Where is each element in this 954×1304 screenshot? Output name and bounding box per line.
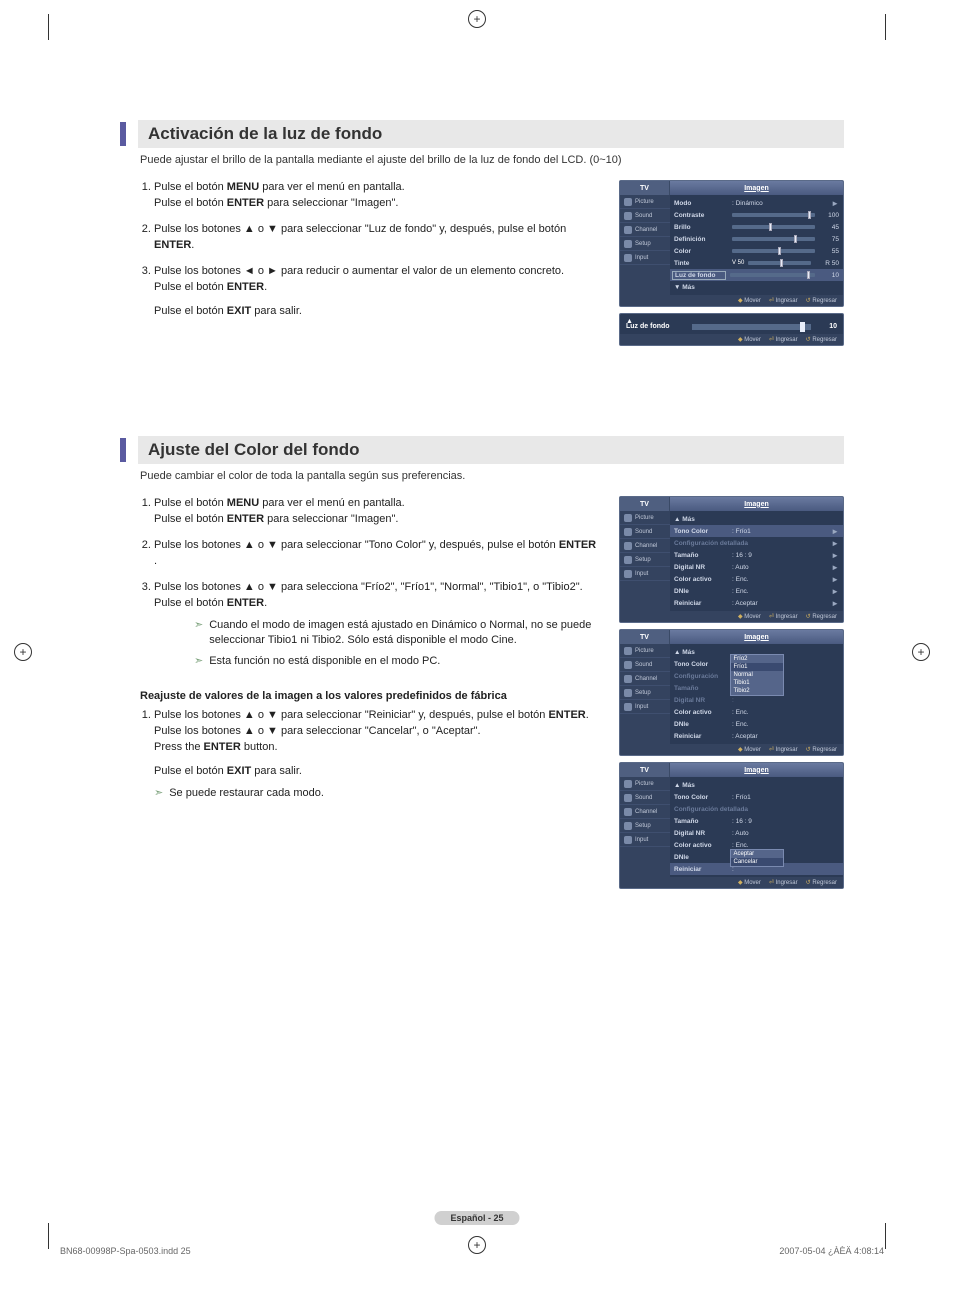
heading-colortone: Ajuste del Color del fondo bbox=[138, 436, 844, 464]
registration-mark-icon: + bbox=[912, 643, 930, 661]
factory-step-1: Pulse los botones ▲ o ▼ para seleccionar… bbox=[154, 708, 601, 801]
sound-icon bbox=[624, 212, 632, 220]
note-1: ➣Cuando el modo de imagen está ajustado … bbox=[194, 618, 601, 649]
heading-accent bbox=[120, 122, 126, 146]
print-filename: BN68-00998P-Spa-0503.indd 25 bbox=[60, 1246, 191, 1256]
step-2: Pulse los botones ▲ o ▼ para seleccionar… bbox=[154, 222, 601, 254]
steps-list-2: Pulse el botón MENU para ver el menú en … bbox=[120, 496, 601, 670]
intro-text-2: Puede cambiar el color de toda la pantal… bbox=[140, 470, 844, 482]
sidebar-item-channel: Channel bbox=[620, 223, 670, 237]
registration-mark-icon: + bbox=[14, 643, 32, 661]
osd-imagen-main: TV Imagen Picture Sound Channel Setup In… bbox=[619, 180, 844, 307]
reset-dropdown: Aceptar Cancelar bbox=[730, 849, 784, 867]
step-1b: Pulse el botón MENU para ver el menú en … bbox=[154, 496, 601, 528]
setup-icon bbox=[624, 240, 632, 248]
foot-move: Mover bbox=[738, 297, 761, 304]
foot-enter: Ingresar bbox=[769, 297, 798, 304]
note-arrow-icon: ➣ bbox=[194, 618, 203, 649]
print-metadata: BN68-00998P-Spa-0503.indd 25 2007-05-04 … bbox=[60, 1246, 884, 1256]
heading-accent bbox=[120, 438, 126, 462]
page-number-pill: Español - 25 bbox=[434, 1211, 519, 1225]
sidebar-item-setup: Setup bbox=[620, 237, 670, 251]
osd-sidebar: Picture Sound Channel Setup Input bbox=[620, 195, 670, 295]
print-timestamp: 2007-05-04 ¿ÀÈÄ 4:08:14 bbox=[779, 1246, 884, 1256]
heading-backlight: Activación de la luz de fondo bbox=[138, 120, 844, 148]
page-footer: Español - 25 bbox=[434, 1212, 519, 1224]
foot-return: Regresar bbox=[806, 297, 837, 304]
factory-reset-title: Reajuste de valores de la imagen a los v… bbox=[140, 690, 601, 702]
note-2: ➣Esta función no está disponible en el m… bbox=[194, 654, 601, 669]
osd-panel-2b: TVImagen Picture Sound Channel Setup Inp… bbox=[619, 629, 844, 756]
registration-mark-icon bbox=[468, 10, 486, 28]
note-3: ➣Se puede restaurar cada modo. bbox=[154, 786, 601, 801]
picture-icon bbox=[624, 198, 632, 206]
note-arrow-icon: ➣ bbox=[194, 654, 203, 669]
tono-color-dropdown: Frío2 Frío1 Normal Tibio1 Tibio2 bbox=[730, 654, 784, 696]
sidebar-item-picture: Picture bbox=[620, 195, 670, 209]
osd-backlight-bar: ▲ Luz de fondo 10 Mover Ingresar Regresa… bbox=[619, 313, 844, 346]
step-3: Pulse los botones ◄ o ► para reducir o a… bbox=[154, 264, 601, 320]
osd-category: Imagen bbox=[670, 181, 843, 195]
step-2b: Pulse los botones ▲ o ▼ para seleccionar… bbox=[154, 538, 601, 570]
steps-list: Pulse el botón MENU para ver el menú en … bbox=[120, 180, 601, 320]
step-1: Pulse el botón MENU para ver el menú en … bbox=[154, 180, 601, 212]
backlight-slider bbox=[692, 324, 811, 330]
sidebar-item-sound: Sound bbox=[620, 209, 670, 223]
step-3b: Pulse los botones ▲ o ▼ para selecciona … bbox=[154, 580, 601, 670]
section-backlight: Activación de la luz de fondo Puede ajus… bbox=[120, 120, 844, 346]
osd-panel-2a: TVImagen Picture Sound Channel Setup Inp… bbox=[619, 496, 844, 623]
osd-panel-2c: TVImagen Picture Sound Channel Setup Inp… bbox=[619, 762, 844, 889]
note-arrow-icon: ➣ bbox=[154, 786, 163, 801]
osd-row-backlight: Luz de fondo10 bbox=[670, 269, 843, 281]
sidebar-item-input: Input bbox=[620, 251, 670, 265]
intro-text: Puede ajustar el brillo de la pantalla m… bbox=[140, 154, 844, 166]
osd-tv-label: TV bbox=[620, 181, 670, 195]
input-icon bbox=[624, 254, 632, 262]
channel-icon bbox=[624, 226, 632, 234]
section-colortone: Ajuste del Color del fondo Puede cambiar… bbox=[120, 436, 844, 889]
